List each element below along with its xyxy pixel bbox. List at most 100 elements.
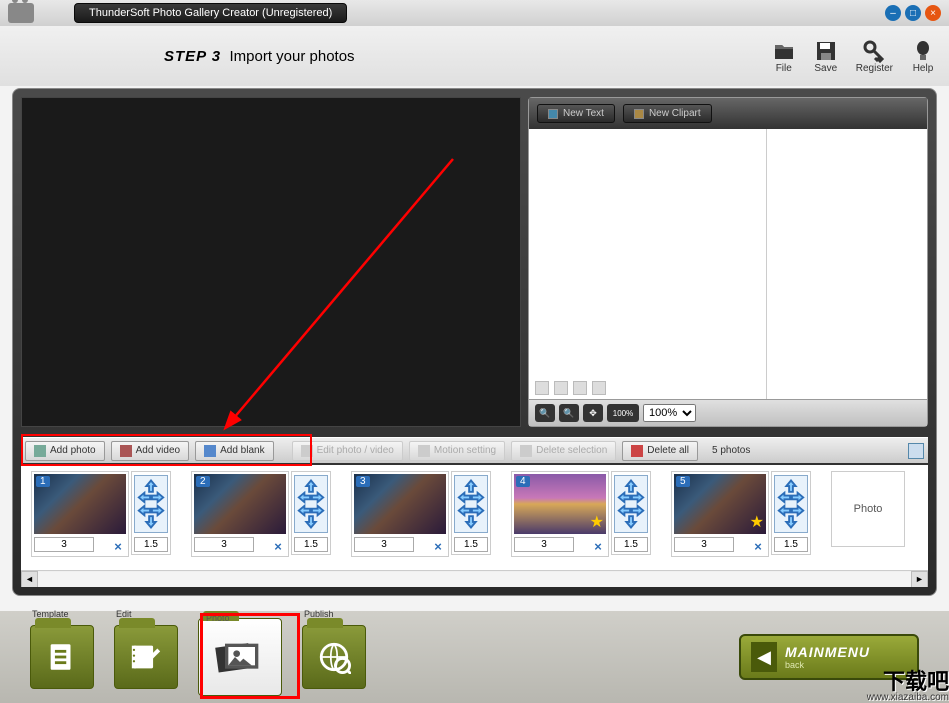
layer-preview[interactable] [529,129,767,399]
annotation-arrow-icon [163,129,483,439]
mainmenu-sublabel: back [785,660,870,670]
text-icon [548,109,558,119]
remove-thumb-button[interactable]: × [431,539,445,553]
duration-input[interactable] [34,537,94,552]
zoom-select[interactable]: 100% [643,404,696,422]
thumbnail-5[interactable]: 5★× [671,471,769,557]
motion-setting-button[interactable]: Motion setting [409,441,505,461]
thumbnail-4[interactable]: 4 ★ × [511,471,609,557]
zoom-out-button[interactable]: 🔍 [559,404,579,422]
delete-icon [520,445,532,457]
remove-thumb-button[interactable]: × [751,539,765,553]
mainmenu-label: MAINMENU [785,644,870,660]
add-photo-button[interactable]: Add photo [25,441,105,461]
add-video-button[interactable]: Add video [111,441,189,461]
step-subtitle: Import your photos [229,48,354,65]
photo-nav-icon [215,635,265,679]
floppy-icon [814,39,838,63]
watermark: 下载吧 www.xiazaiba.com [867,671,949,703]
transition-4[interactable]: 1.5 [611,471,651,555]
app-logo-icon [8,3,34,23]
remove-thumb-button[interactable]: × [271,539,285,553]
photo-toolbar: Add photo Add video Add blank Edit photo… [21,437,928,463]
photo-count: 5 photos [712,445,750,456]
duration-input[interactable] [354,537,414,552]
layer-props [767,129,927,399]
thumb-number: 5 [676,476,690,487]
transition-icon [134,475,168,533]
expand-strip-button[interactable] [908,443,924,459]
zoom-100-button[interactable]: 100% [607,404,639,422]
add-video-icon [120,445,132,457]
thumb-number: 3 [356,476,370,487]
edit-photo-button[interactable]: Edit photo / video [292,441,403,461]
thumbnail-strip: 1×1.52×1.53×1.54★×1.55★×1.5Photo ◄ ► [21,465,928,587]
thumb-number: 1 [36,476,50,487]
delete-all-button[interactable]: Delete all [622,441,698,461]
add-photo-icon [34,445,46,457]
template-icon [45,640,79,674]
scroll-right-button[interactable]: ► [911,571,928,588]
scroll-left-button[interactable]: ◄ [21,571,38,588]
transition-icon [454,475,488,533]
transition-5[interactable]: 1.5 [771,471,811,555]
thumbnail-2[interactable]: 2× [191,471,289,557]
delete-all-icon [631,445,643,457]
transition-duration: 1.5 [134,537,168,552]
add-blank-icon [204,445,216,457]
thumbnail-1[interactable]: 1× [31,471,129,557]
save-button[interactable]: Save [814,39,838,74]
transition-icon [294,475,328,533]
layer-down-icon[interactable] [554,381,568,395]
thumb-number: 2 [196,476,210,487]
transition-duration: 1.5 [774,537,808,552]
edit-nav-icon [129,640,163,674]
edit-icon [301,445,313,457]
remove-thumb-button[interactable]: × [111,539,125,553]
transition-2[interactable]: 1.5 [291,471,331,555]
layer-copy-icon[interactable] [573,381,587,395]
publish-icon [317,640,351,674]
fit-button[interactable]: ✥ [583,404,603,422]
close-button[interactable]: × [925,5,941,21]
properties-panel: New Text New Clipart 🔍 🔍 ✥ 100% 100% [528,97,928,427]
motion-icon [418,445,430,457]
transition-1[interactable]: 1.5 [131,471,171,555]
duration-input[interactable] [674,537,734,552]
folder-icon [772,39,796,63]
maximize-button[interactable]: □ [905,5,921,21]
transition-icon [774,475,808,533]
transition-duration: 1.5 [614,537,648,552]
remove-thumb-button[interactable]: × [591,539,605,553]
new-clipart-button[interactable]: New Clipart [623,104,712,123]
duration-input[interactable] [194,537,254,552]
file-button[interactable]: File [772,39,796,74]
duration-input[interactable] [514,537,574,552]
transition-duration: 1.5 [294,537,328,552]
nav-template[interactable]: Template [30,625,94,689]
step-heading: STEP 3 Import your photos [164,48,355,65]
chevron-left-icon: ◀ [751,642,777,672]
thumbnail-3[interactable]: 3× [351,471,449,557]
thumb-number: 4 [516,476,530,487]
add-blank-button[interactable]: Add blank [195,441,273,461]
minimize-button[interactable]: – [885,5,901,21]
scrollbar[interactable]: ◄ ► [21,570,928,587]
bulb-icon [911,39,935,63]
new-text-button[interactable]: New Text [537,104,615,123]
delete-selection-button[interactable]: Delete selection [511,441,616,461]
transition-duration: 1.5 [454,537,488,552]
layer-delete-icon[interactable] [592,381,606,395]
star-icon: ★ [590,512,604,532]
layer-up-icon[interactable] [535,381,549,395]
register-button[interactable]: Register [856,39,893,74]
window-title: ThunderSoft Photo Gallery Creator (Unreg… [74,3,347,23]
nav-photo[interactable]: Photo [198,618,282,696]
blank-slot[interactable]: Photo [831,471,905,547]
help-button[interactable]: Help [911,39,935,74]
clipart-icon [634,109,644,119]
nav-edit[interactable]: Edit [114,625,178,689]
transition-3[interactable]: 1.5 [451,471,491,555]
nav-publish[interactable]: Publish [302,625,366,689]
zoom-in-button[interactable]: 🔍 [535,404,555,422]
